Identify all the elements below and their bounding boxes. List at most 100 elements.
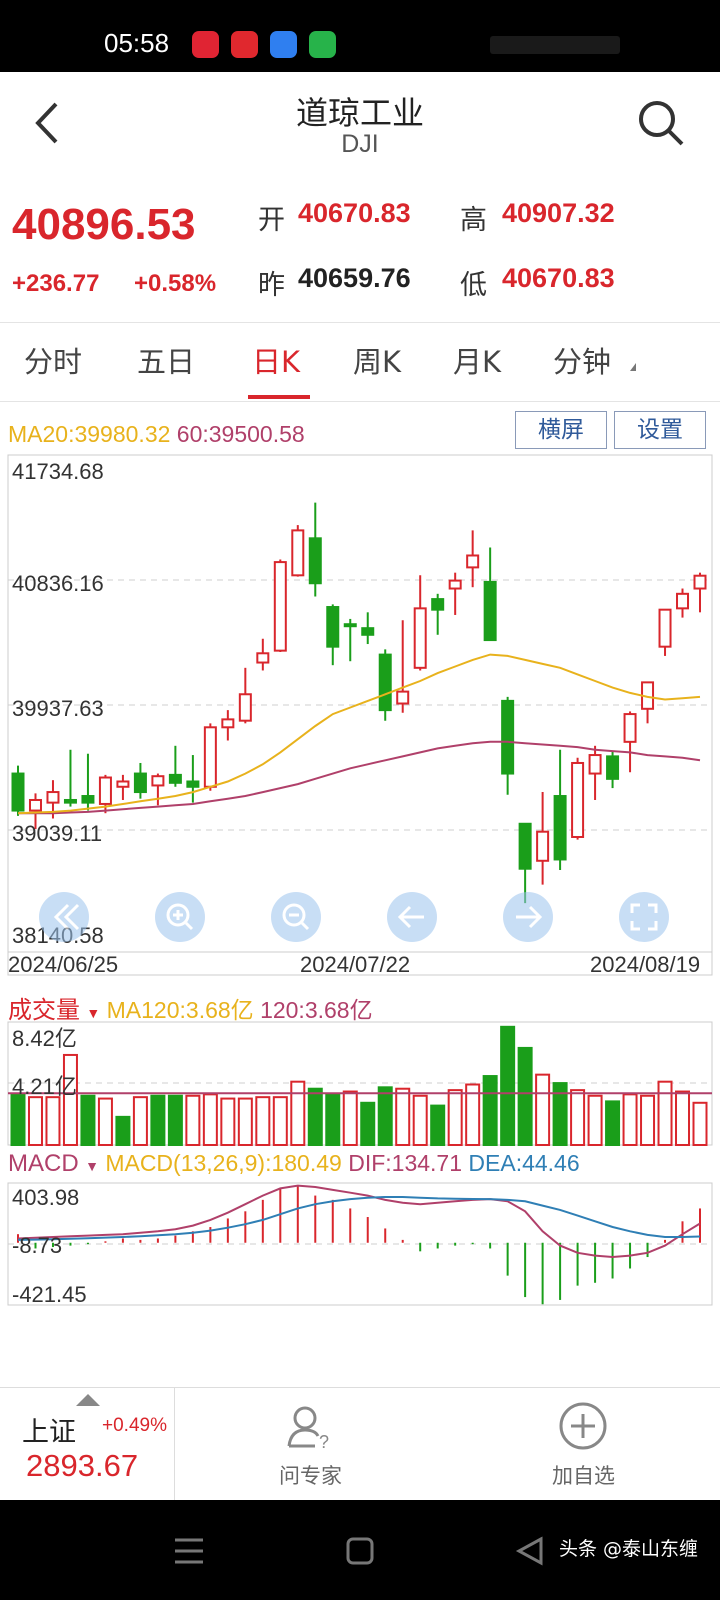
candle-down: [361, 627, 375, 636]
candle-up: [221, 718, 235, 729]
add-circle-icon: [559, 1402, 607, 1450]
volume-bar: [150, 1094, 166, 1147]
volume-bar: [395, 1087, 411, 1147]
price-tick: 40836.16: [12, 571, 104, 596]
volume-bar: [325, 1093, 341, 1147]
candle-down: [168, 773, 182, 784]
ask-expert-label: 问专家: [279, 1464, 342, 1488]
scroll-left-fast-icon[interactable]: [39, 892, 89, 942]
volume-bar: [535, 1073, 551, 1146]
candlestick-frame: [7, 454, 713, 976]
macd-tick: -8.73: [12, 1233, 62, 1258]
price-tick: 39937.63: [12, 696, 104, 721]
candle-down: [378, 653, 392, 712]
date-tick: 2024/08/19: [590, 952, 700, 977]
volume-bar: [10, 1093, 26, 1147]
volume-bar: [62, 1053, 78, 1146]
candle-up: [98, 776, 112, 805]
volume-bar: [622, 1093, 638, 1147]
candlestick-chart[interactable]: 41734.68 40836.16 39937.63 39039.11 3814…: [7, 454, 713, 977]
bottom-panel: 上证 +0.49% 2893.67 ? 问专家 加自选: [0, 1387, 720, 1500]
candle-down: [308, 537, 322, 585]
candle-up: [256, 652, 270, 664]
candle-up: [623, 713, 637, 743]
candle-down: [501, 699, 515, 775]
volume-bar: [587, 1094, 603, 1147]
candle-up: [466, 554, 480, 569]
candle-up: [46, 791, 60, 804]
candle-down: [431, 598, 445, 611]
svg-text:?: ?: [319, 1432, 329, 1452]
volume-bar: [202, 1093, 218, 1147]
ma60-line: [18, 740, 701, 815]
volume-bar: [675, 1090, 691, 1147]
volume-bar: [290, 1080, 306, 1146]
scroll-left-icon[interactable]: [387, 892, 437, 942]
candle-down: [326, 606, 340, 648]
ma20-line: [17, 653, 701, 815]
candle-up: [273, 561, 287, 652]
index-change-pct: +0.49%: [102, 1415, 167, 1436]
zoom-out-icon[interactable]: [271, 892, 321, 942]
candle-down: [81, 795, 95, 804]
charts[interactable]: 41734.68 40836.16 39937.63 39039.11 3814…: [0, 0, 720, 1380]
candle-up: [291, 529, 305, 577]
candle-up: [28, 798, 42, 812]
volume-bar: [272, 1096, 288, 1147]
volume-bar: [342, 1090, 358, 1147]
ask-expert-button[interactable]: ? 问专家: [174, 1388, 447, 1500]
volume-bar: [185, 1094, 201, 1147]
candle-up: [676, 592, 690, 610]
candle-up: [536, 830, 550, 862]
volume-bar: [132, 1096, 148, 1147]
candle-up: [693, 574, 707, 590]
candle-down: [343, 623, 357, 628]
price-tick: 39039.11: [12, 821, 102, 846]
expert-icon: ?: [287, 1406, 329, 1452]
candle-up: [203, 726, 217, 788]
add-watchlist-button[interactable]: 加自选: [447, 1388, 720, 1500]
volume-bar: [237, 1097, 253, 1147]
volume-tick: 8.42亿: [12, 1026, 77, 1051]
candle-down: [606, 755, 620, 780]
candle-up: [658, 608, 672, 648]
candle-down: [11, 772, 25, 812]
date-tick: 2024/07/22: [300, 952, 410, 977]
scroll-right-icon[interactable]: [503, 892, 553, 942]
volume-bar: [80, 1094, 96, 1147]
volume-bar: [360, 1101, 376, 1146]
candle-down: [133, 772, 147, 794]
back-nav-icon[interactable]: [515, 1536, 545, 1566]
volume-bar: [412, 1094, 428, 1147]
fullscreen-icon[interactable]: [619, 892, 669, 942]
volume-bar: [605, 1100, 621, 1146]
expand-up-icon[interactable]: [76, 1394, 100, 1406]
candle-up: [413, 607, 427, 669]
candle-down: [186, 780, 200, 788]
candle-down: [518, 822, 532, 870]
index-value: 2893.67: [26, 1448, 139, 1483]
volume-bar: [517, 1046, 533, 1146]
system-nav-bar: 头条 @泰山东缠: [0, 1500, 720, 1600]
candle-up: [238, 693, 252, 722]
watermark: 头条 @泰山东缠: [558, 1538, 698, 1560]
macd-chart[interactable]: 403.98 -8.73 -421.45: [7, 1182, 713, 1307]
candle-up: [116, 780, 130, 788]
candle-up: [588, 754, 602, 775]
volume-chart[interactable]: 8.42亿 4.21亿: [7, 1021, 713, 1147]
volume-bar: [500, 1025, 516, 1147]
chart-controls: [39, 892, 669, 942]
index-ticker[interactable]: 上证 +0.49% 2893.67: [0, 1388, 174, 1500]
volume-bar: [447, 1089, 463, 1147]
candle-down: [483, 580, 497, 642]
zoom-in-icon[interactable]: [155, 892, 205, 942]
menu-icon[interactable]: [172, 1536, 206, 1566]
home-icon[interactable]: [345, 1536, 375, 1566]
volume-tick: 4.21亿: [12, 1074, 77, 1099]
candle-up: [448, 579, 462, 590]
candle-down: [553, 795, 567, 861]
volume-bar: [97, 1097, 113, 1147]
macd-tick: 403.98: [12, 1185, 79, 1210]
volume-bar: [115, 1115, 131, 1147]
volume-bar: [255, 1096, 271, 1147]
